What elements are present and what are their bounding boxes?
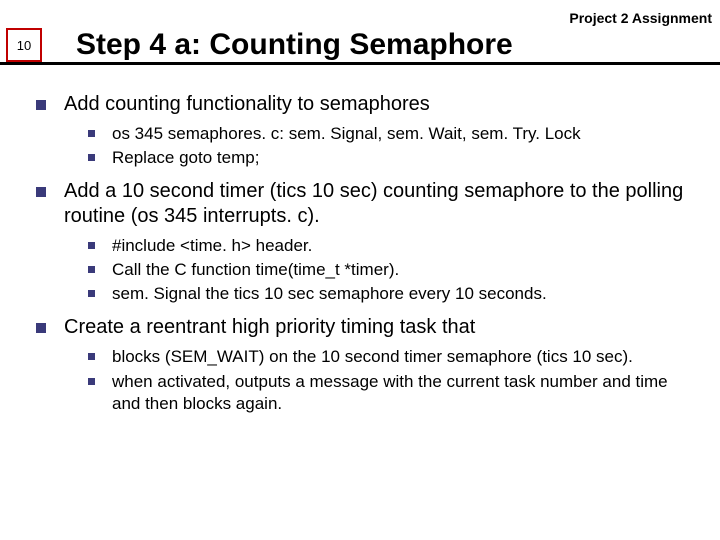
list-item: os 345 semaphores. c: sem. Signal, sem. …	[88, 123, 700, 145]
list-item: #include <time. h> header.	[88, 235, 700, 257]
project-label: Project 2 Assignment	[569, 10, 712, 26]
bullet-text: Add a 10 second timer (tics 10 sec) coun…	[64, 180, 683, 227]
bullet-text: Create a reentrant high priority timing …	[64, 316, 475, 338]
list-item: Add counting functionality to semaphores…	[36, 92, 700, 169]
list-item: Add a 10 second timer (tics 10 sec) coun…	[36, 179, 700, 305]
list-item: sem. Signal the tics 10 sec semaphore ev…	[88, 283, 700, 305]
page-title: Step 4 a: Counting Semaphore	[76, 28, 513, 62]
bullet-text: Add counting functionality to semaphores	[64, 93, 430, 115]
list-item: blocks (SEM_WAIT) on the 10 second timer…	[88, 346, 700, 368]
title-underline	[0, 62, 720, 65]
content-area: Add counting functionality to semaphores…	[36, 92, 700, 425]
title-row: 10 Step 4 a: Counting Semaphore	[0, 28, 720, 62]
list-item: when activated, outputs a message with t…	[88, 371, 700, 415]
list-item: Call the C function time(time_t *timer).	[88, 259, 700, 281]
list-item: Replace goto temp;	[88, 147, 700, 169]
list-item: Create a reentrant high priority timing …	[36, 315, 700, 414]
page-number-box: 10	[6, 28, 42, 62]
